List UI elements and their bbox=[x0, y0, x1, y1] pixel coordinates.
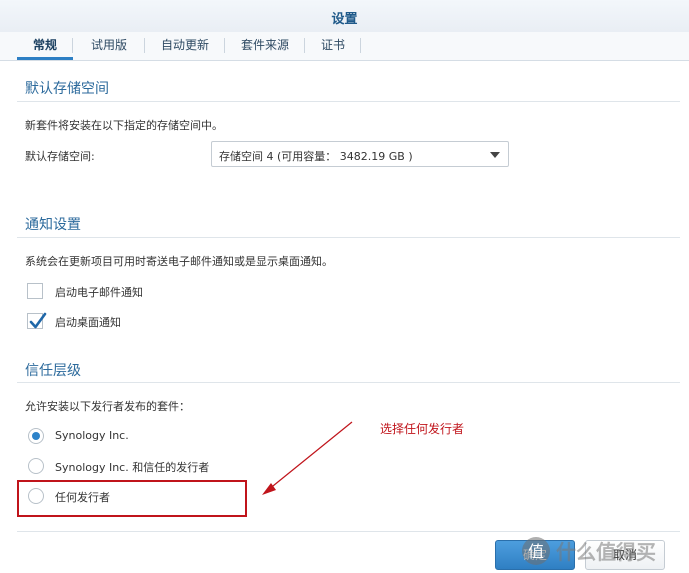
svg-text:值: 值 bbox=[528, 542, 544, 561]
watermark-text: 什么值得买 bbox=[556, 540, 656, 564]
footer-divider bbox=[17, 531, 680, 532]
annotation-arrow-icon bbox=[262, 421, 353, 495]
watermark-logo-icon: 值 bbox=[522, 537, 550, 565]
